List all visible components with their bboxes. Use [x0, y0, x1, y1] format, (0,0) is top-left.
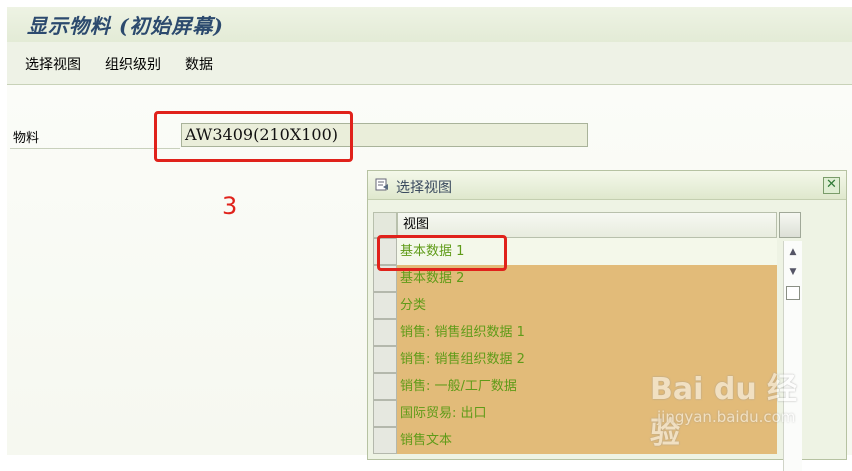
highlight-basic-data-1 [377, 235, 507, 271]
menu-item-select-view[interactable]: 选择视图 [25, 54, 81, 74]
column-settings-button[interactable] [779, 212, 801, 238]
step-number: 3 [222, 192, 238, 220]
window-title: 显示物料 (初始屏幕) [27, 14, 224, 38]
row-label[interactable]: 分类 [397, 292, 777, 319]
dialog-title-icon [375, 178, 388, 191]
row-selector[interactable] [373, 292, 397, 319]
scroll-down-icon[interactable]: ▼ [787, 267, 799, 277]
row-selector[interactable] [373, 319, 397, 346]
row-selector[interactable] [373, 346, 397, 373]
table-row[interactable]: 分类 [373, 292, 777, 319]
dialog-title: 选择视图 [396, 180, 452, 196]
baidu-watermark: Bai du 经验 jingyan.baidu.com [650, 360, 820, 451]
scroll-thumb[interactable] [786, 286, 800, 300]
menu-item-org-levels[interactable]: 组织级别 [105, 54, 161, 74]
menu-item-data[interactable]: 数据 [185, 54, 213, 74]
close-icon[interactable]: ✕ [823, 177, 840, 194]
row-selector[interactable] [373, 373, 397, 400]
table-row[interactable]: 销售: 销售组织数据 1 [373, 319, 777, 346]
material-label: 物料 [13, 131, 40, 146]
title-bar: 显示物料 (初始屏幕) [7, 7, 852, 43]
row-selector[interactable] [373, 427, 397, 454]
highlight-material-box [154, 111, 353, 162]
dialog-title-bar: 选择视图 ✕ [368, 171, 846, 200]
menu-bar: 选择视图 组织级别 数据 [7, 42, 852, 85]
row-label[interactable]: 销售: 销售组织数据 1 [397, 319, 777, 346]
watermark-url: jingyan.baidu.com [657, 408, 796, 426]
row-selector[interactable] [373, 400, 397, 427]
scroll-up-icon[interactable]: ▲ [787, 247, 799, 257]
